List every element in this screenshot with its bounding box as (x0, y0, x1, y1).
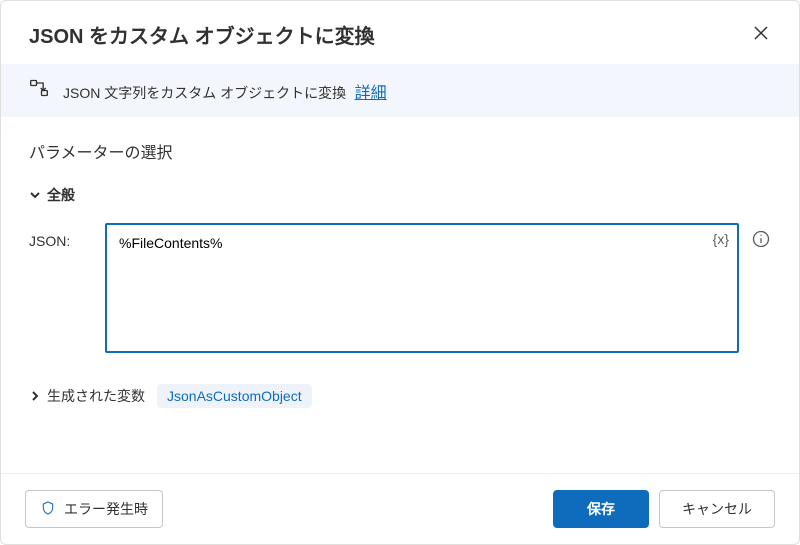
on-error-button[interactable]: エラー発生時 (25, 490, 163, 528)
json-textarea-wrap: {x} (105, 223, 739, 358)
insert-variable-button[interactable]: {x} (713, 231, 729, 247)
save-button[interactable]: 保存 (553, 490, 649, 528)
generated-variables-label: 生成された変数 (47, 386, 145, 406)
generated-variable-chip[interactable]: JsonAsCustomObject (157, 384, 312, 408)
footer-actions: 保存 キャンセル (553, 490, 775, 528)
json-field-label: JSON: (29, 223, 93, 249)
dialog-header: JSON をカスタム オブジェクトに変換 (1, 1, 799, 64)
json-field-row: JSON: {x} (29, 223, 771, 358)
chevron-right-icon (29, 390, 41, 402)
info-bar: JSON 文字列をカスタム オブジェクトに変換 詳細 (1, 64, 799, 117)
json-input[interactable] (105, 223, 739, 353)
generated-variables-toggle[interactable]: 生成された変数 (29, 386, 145, 406)
info-link[interactable]: 詳細 (355, 85, 387, 102)
dialog-body: パラメーターの選択 全般 JSON: {x} (1, 117, 799, 473)
cancel-button[interactable]: キャンセル (659, 490, 775, 528)
dialog-title: JSON をカスタム オブジェクトに変換 (29, 20, 375, 49)
dialog: JSON をカスタム オブジェクトに変換 JSON 文字列をカスタム オブジェク… (0, 0, 800, 545)
close-icon (753, 25, 769, 44)
shield-icon (40, 500, 56, 519)
flow-icon (29, 78, 49, 103)
info-text-wrap: JSON 文字列をカスタム オブジェクトに変換 詳細 (63, 79, 387, 103)
dialog-footer: エラー発生時 保存 キャンセル (1, 473, 799, 544)
info-description: JSON 文字列をカスタム オブジェクトに変換 (63, 85, 346, 101)
field-info-button[interactable] (751, 223, 771, 252)
section-title: パラメーターの選択 (29, 139, 771, 163)
general-section-label: 全般 (47, 185, 75, 205)
on-error-label: エラー発生時 (64, 499, 148, 519)
close-button[interactable] (747, 19, 775, 50)
generated-variables-row: 生成された変数 JsonAsCustomObject (29, 384, 771, 408)
general-section-toggle[interactable]: 全般 (29, 185, 771, 205)
chevron-down-icon (29, 189, 41, 201)
info-icon (751, 229, 771, 252)
